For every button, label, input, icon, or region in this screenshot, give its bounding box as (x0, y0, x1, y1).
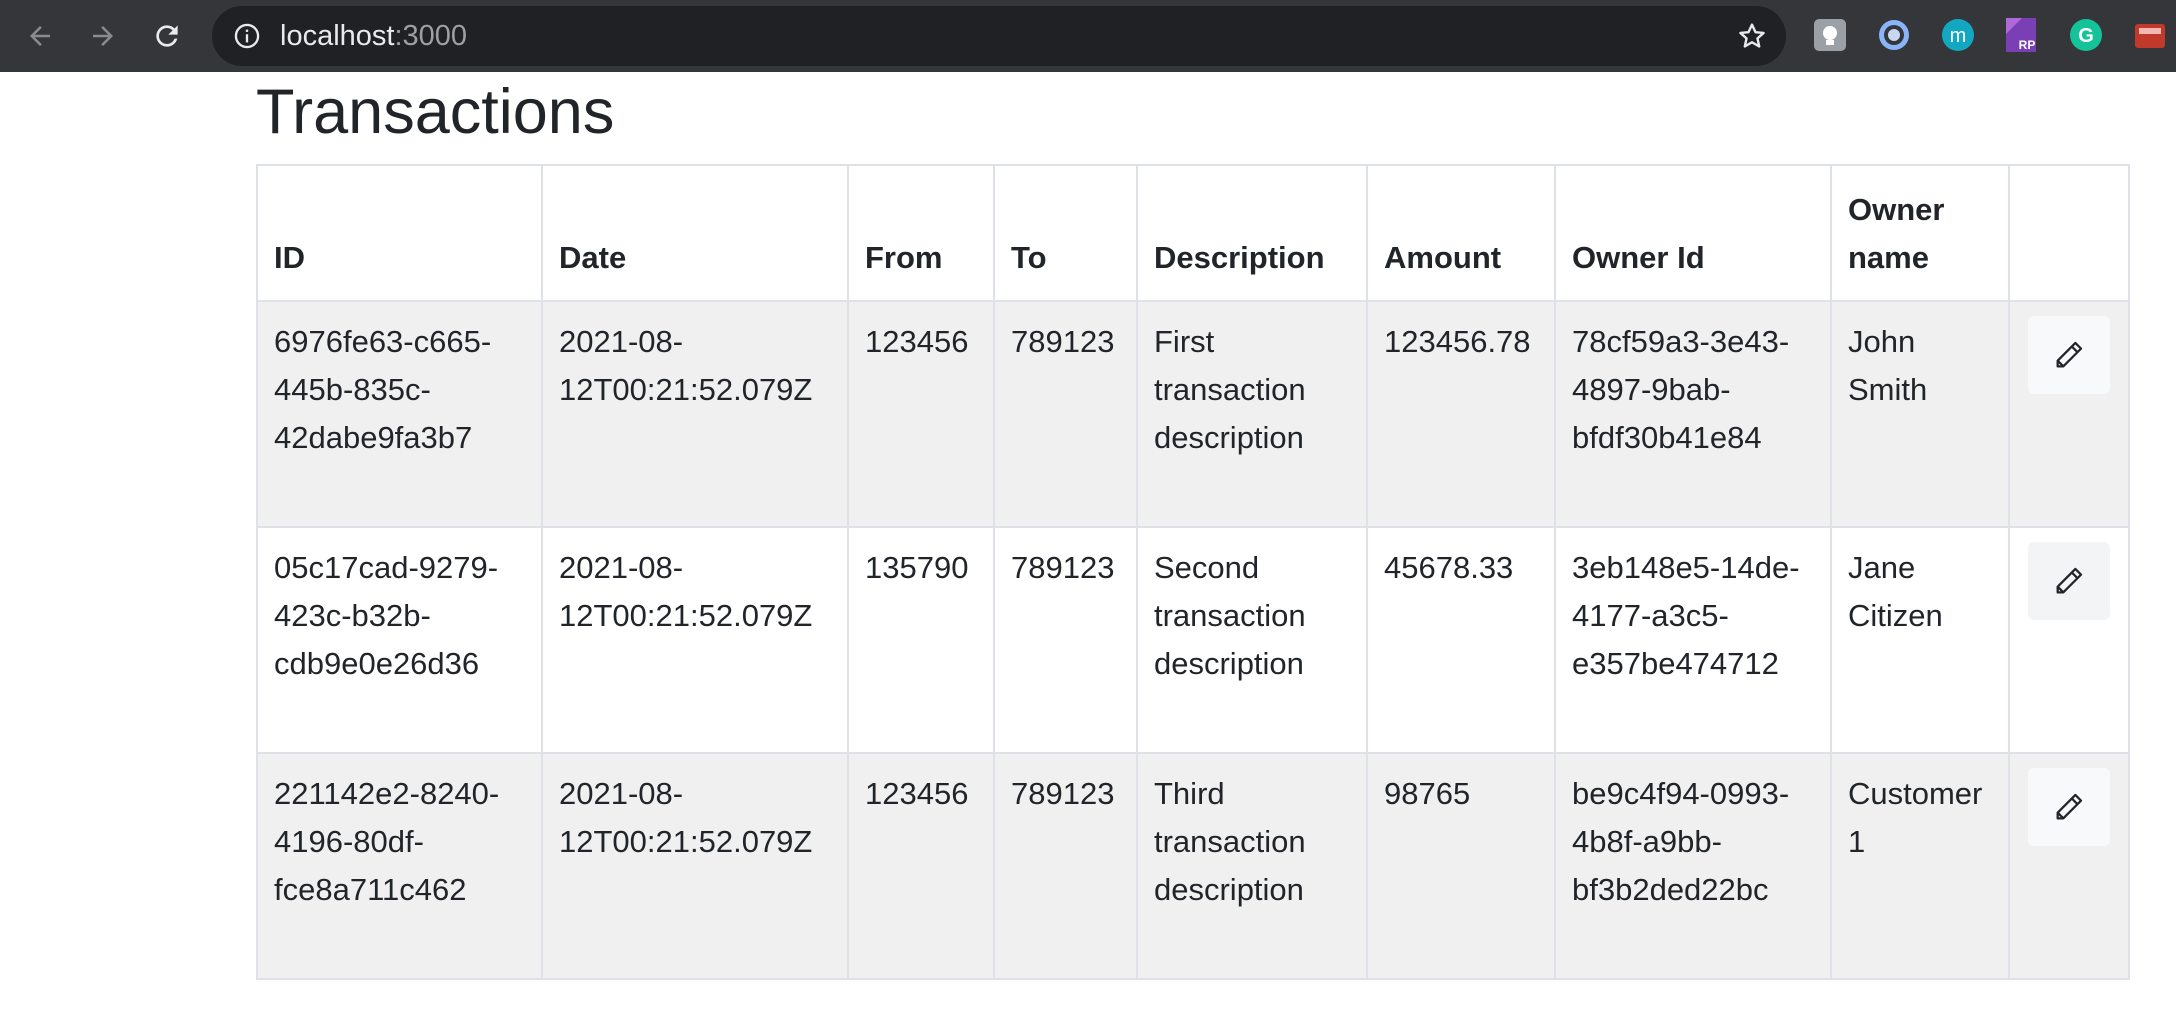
address-bar[interactable]: localhost:3000 (212, 6, 1786, 66)
column-header-amount: Amount (1366, 164, 1556, 302)
cell-from: 123456 (847, 752, 995, 980)
table-row: 05c17cad-9279-423c-b32b-cdb9e0e26d36 202… (256, 526, 2130, 754)
column-header-owner-id: Owner Id (1554, 164, 1832, 302)
cell-amount: 98765 (1366, 752, 1556, 980)
browser-toolbar: localhost:3000 m RP G (0, 0, 2176, 72)
column-header-date: Date (541, 164, 849, 302)
cell-to: 789123 (993, 300, 1138, 528)
cell-owner-id: 78cf59a3-3e43-4897-9bab-bfdf30b41e84 (1554, 300, 1832, 528)
svg-text:m: m (1950, 25, 1967, 47)
extension-icon[interactable] (1811, 16, 1849, 54)
cell-from: 135790 (847, 526, 995, 754)
cell-date: 2021-08-12T00:21:52.079Z (541, 300, 849, 528)
column-header-owner-name: Owner name (1830, 164, 2010, 302)
cell-owner-id: 3eb148e5-14de-4177-a3c5-e357be474712 (1554, 526, 1832, 754)
pencil-icon (2056, 567, 2083, 594)
cell-id: 6976fe63-c665-445b-835c-42dabe9fa3b7 (256, 300, 543, 528)
cell-date: 2021-08-12T00:21:52.079Z (541, 526, 849, 754)
column-header-to: To (993, 164, 1138, 302)
svg-text:G: G (2078, 25, 2094, 47)
cell-id: 05c17cad-9279-423c-b32b-cdb9e0e26d36 (256, 526, 543, 754)
reload-button[interactable] (143, 12, 191, 60)
pencil-icon (2056, 341, 2083, 368)
forward-button[interactable] (79, 12, 127, 60)
extension-icon[interactable] (1875, 16, 1913, 54)
url-text[interactable]: localhost:3000 (280, 6, 467, 66)
info-icon[interactable] (233, 22, 261, 50)
column-header-id: ID (256, 164, 543, 302)
svg-text:RP: RP (2019, 38, 2036, 52)
table-row: 6976fe63-c665-445b-835c-42dabe9fa3b7 202… (256, 300, 2130, 528)
extension-icon[interactable]: RP (2003, 16, 2041, 54)
url-host: localhost (280, 20, 395, 52)
cell-amount: 45678.33 (1366, 526, 1556, 754)
back-button[interactable] (16, 12, 64, 60)
column-header-from: From (847, 164, 995, 302)
cell-owner-name: Customer 1 (1830, 752, 2010, 980)
grammarly-icon[interactable]: G (2067, 16, 2105, 54)
cell-actions (2008, 752, 2130, 980)
url-port: :3000 (394, 20, 468, 52)
cell-to: 789123 (993, 752, 1138, 980)
cell-id: 221142e2-8240-4196-80df-fce8a711c462 (256, 752, 543, 980)
extension-icon[interactable]: m (1939, 16, 1977, 54)
cell-amount: 123456.78 (1366, 300, 1556, 528)
arrow-right-icon (93, 26, 113, 46)
page-title: Transactions (256, 77, 615, 147)
edit-button[interactable] (2028, 542, 2110, 620)
column-header-description: Description (1136, 164, 1368, 302)
cell-to: 789123 (993, 526, 1138, 754)
reload-icon (156, 25, 178, 47)
column-header-actions (2008, 164, 2130, 302)
cell-actions (2008, 300, 2130, 528)
edit-button[interactable] (2028, 316, 2110, 394)
cell-from: 123456 (847, 300, 995, 528)
arrow-left-icon (30, 26, 50, 46)
pencil-icon (2056, 793, 2083, 820)
star-icon[interactable] (1736, 20, 1768, 52)
edit-button[interactable] (2028, 768, 2110, 846)
cell-date: 2021-08-12T00:21:52.079Z (541, 752, 849, 980)
cell-owner-name: John Smith (1830, 300, 2010, 528)
cell-description: Third transaction description (1136, 752, 1368, 980)
cell-description: First transaction description (1136, 300, 1368, 528)
cell-actions (2008, 526, 2130, 754)
transactions-table: ID Date From To Description Amount Owner… (256, 164, 2130, 980)
table-header-row: ID Date From To Description Amount Owner… (256, 164, 2130, 302)
cell-description: Second transaction description (1136, 526, 1368, 754)
table-row: 221142e2-8240-4196-80df-fce8a711c462 202… (256, 752, 2130, 980)
cell-owner-id: be9c4f94-0993-4b8f-a9bb-bf3b2ded22bc (1554, 752, 1832, 980)
cell-owner-name: Jane Citizen (1830, 526, 2010, 754)
extension-icon[interactable] (2131, 16, 2169, 54)
